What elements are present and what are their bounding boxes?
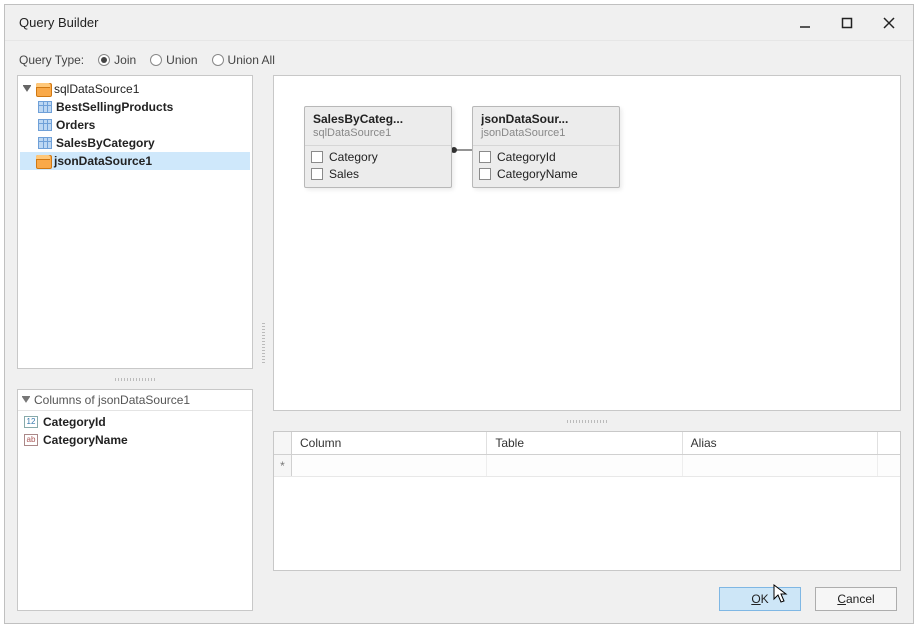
splitter-horizontal[interactable] (273, 417, 901, 425)
card-field-label: CategoryId (497, 150, 556, 164)
column-label: CategoryName (43, 433, 128, 447)
minimize-button[interactable] (793, 11, 817, 35)
checkbox-icon[interactable] (479, 168, 491, 180)
string-column-icon: ab (24, 434, 38, 446)
radio-dot-icon (212, 54, 224, 66)
card-header[interactable]: SalesByCateg... sqlDataSource1 (305, 107, 451, 146)
table-icon (38, 119, 52, 131)
table-icon (38, 101, 52, 113)
close-icon (883, 17, 895, 29)
columns-panel: Columns of jsonDataSource1 12 CategoryId… (17, 389, 253, 611)
cancel-rest: ancel (846, 592, 875, 606)
grid-cell[interactable] (292, 455, 487, 476)
content-area: Query Type: Join Union Union All (5, 41, 913, 623)
radio-union-all[interactable]: Union All (212, 53, 275, 67)
grid-cell[interactable] (683, 455, 878, 476)
splitter-horizontal[interactable] (17, 375, 253, 383)
column-item[interactable]: ab CategoryName (20, 431, 250, 449)
maximize-icon (841, 17, 853, 29)
tree-node-table[interactable]: BestSellingProducts (20, 98, 250, 116)
query-type-label: Query Type: (19, 53, 84, 67)
datasource-icon (36, 83, 50, 95)
ok-button[interactable]: OK (719, 587, 801, 611)
maximize-button[interactable] (835, 11, 859, 35)
card-source: sqlDataSource1 (313, 127, 445, 139)
tree-label: sqlDataSource1 (54, 82, 139, 96)
ok-underline: O (751, 592, 760, 606)
grid-header-alias[interactable]: Alias (683, 432, 878, 454)
radio-dot-icon (98, 54, 110, 66)
checkbox-icon[interactable] (479, 151, 491, 163)
card-field[interactable]: CategoryName (479, 167, 613, 181)
tree-label: BestSellingProducts (56, 100, 173, 114)
grid-cell[interactable] (487, 455, 682, 476)
radio-join[interactable]: Join (98, 53, 136, 67)
column-label: CategoryId (43, 415, 106, 429)
card-title: SalesByCateg... (313, 112, 445, 126)
card-title: jsonDataSour... (481, 112, 613, 126)
new-row-marker: * (274, 455, 292, 476)
radio-union-all-label: Union All (228, 53, 275, 67)
column-item[interactable]: 12 CategoryId (20, 413, 250, 431)
tree-label: Orders (56, 118, 95, 132)
datasource-icon (36, 155, 50, 167)
card-fields: CategoryId CategoryName (473, 146, 619, 187)
card-field[interactable]: Category (311, 150, 445, 164)
columns-list: 12 CategoryId ab CategoryName (18, 411, 252, 610)
tree-node-sqlDataSource1[interactable]: sqlDataSource1 (20, 80, 250, 98)
grid-header-column[interactable]: Column (292, 432, 487, 454)
diagram-canvas[interactable]: SalesByCateg... sqlDataSource1 Category … (273, 75, 901, 411)
grid-header: Column Table Alias (274, 432, 900, 455)
minimize-icon (799, 17, 811, 29)
table-icon (38, 137, 52, 149)
query-type-row: Query Type: Join Union Union All (17, 49, 901, 75)
work-zone: sqlDataSource1 BestSellingProducts (17, 75, 901, 611)
radio-union[interactable]: Union (150, 53, 197, 67)
checkbox-icon[interactable] (311, 168, 323, 180)
card-field-label: CategoryName (497, 167, 578, 181)
tree-node-table[interactable]: Orders (20, 116, 250, 134)
tree-label: SalesByCategory (56, 136, 155, 150)
radio-dot-icon (150, 54, 162, 66)
cancel-button[interactable]: Cancel (815, 587, 897, 611)
output-columns-grid[interactable]: Column Table Alias * (273, 431, 901, 571)
chevron-down-icon (22, 84, 32, 94)
tree-label: jsonDataSource1 (54, 154, 152, 168)
columns-panel-header[interactable]: Columns of jsonDataSource1 (18, 390, 252, 411)
chevron-down-icon (22, 393, 30, 407)
grid-cell[interactable] (878, 455, 900, 476)
columns-panel-title: Columns of jsonDataSource1 (34, 393, 190, 407)
table-card-sales[interactable]: SalesByCateg... sqlDataSource1 Category … (304, 106, 452, 188)
splitter-vertical[interactable] (259, 75, 267, 611)
left-column: sqlDataSource1 BestSellingProducts (17, 75, 253, 611)
checkbox-icon[interactable] (311, 151, 323, 163)
grid-new-row[interactable]: * (274, 455, 900, 477)
card-header[interactable]: jsonDataSour... jsonDataSource1 (473, 107, 619, 146)
table-card-json[interactable]: jsonDataSour... jsonDataSource1 Category… (472, 106, 620, 188)
card-field-label: Category (329, 150, 378, 164)
grid-corner (274, 432, 292, 454)
grid-header-extra (878, 432, 900, 454)
radio-union-label: Union (166, 53, 197, 67)
query-builder-dialog: Query Builder Query Type: Join Union (4, 4, 914, 624)
card-field[interactable]: CategoryId (479, 150, 613, 164)
window-title: Query Builder (19, 15, 793, 30)
window-buttons (793, 11, 905, 35)
card-field-label: Sales (329, 167, 359, 181)
card-fields: Category Sales (305, 146, 451, 187)
right-column: SalesByCateg... sqlDataSource1 Category … (273, 75, 901, 611)
cancel-underline: C (837, 592, 846, 606)
titlebar: Query Builder (5, 5, 913, 41)
close-button[interactable] (877, 11, 901, 35)
data-source-tree[interactable]: sqlDataSource1 BestSellingProducts (17, 75, 253, 369)
card-field[interactable]: Sales (311, 167, 445, 181)
ok-rest: K (761, 592, 769, 606)
tree-node-table[interactable]: SalesByCategory (20, 134, 250, 152)
dialog-footer: OK Cancel (273, 577, 901, 611)
tree-node-jsonDataSource1[interactable]: jsonDataSource1 (20, 152, 250, 170)
radio-join-label: Join (114, 53, 136, 67)
numeric-column-icon: 12 (24, 416, 38, 428)
grid-header-table[interactable]: Table (487, 432, 682, 454)
card-source: jsonDataSource1 (481, 127, 613, 139)
